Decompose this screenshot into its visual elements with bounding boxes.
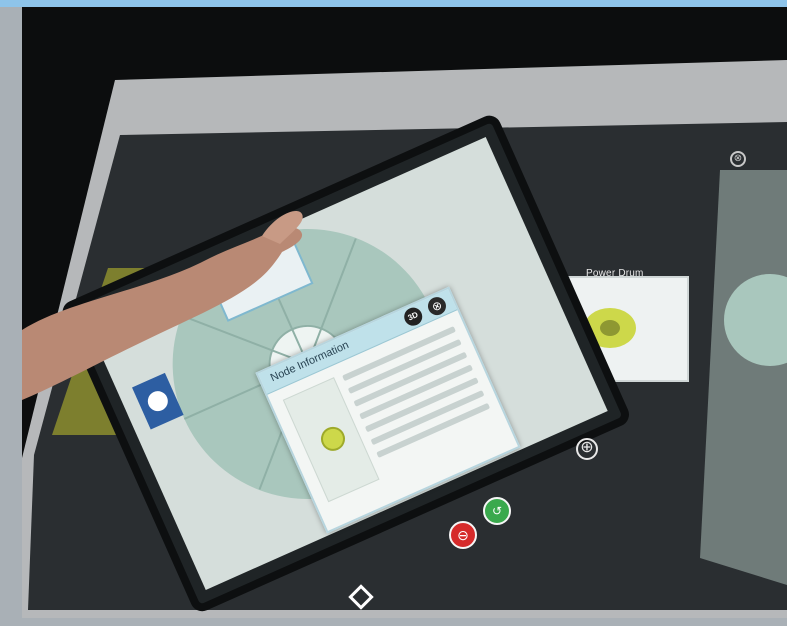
part-thumbnail-icon: [317, 423, 349, 455]
node-close-icon[interactable]: ⊗: [425, 294, 449, 318]
top-close-icon[interactable]: ⊗: [730, 151, 746, 167]
undo-button[interactable]: ↺: [483, 497, 511, 525]
power-drum-title: Power Drum: [586, 268, 644, 279]
minus-button[interactable]: ⊖: [449, 521, 477, 549]
tabletop-photo: Power Drum Node Information 3D ⊗ ⊖ ↺ ⊕ ⊗: [0, 0, 787, 626]
plus-icon[interactable]: ⊕: [576, 438, 598, 460]
power-drum-hub: [600, 320, 620, 336]
badge-3d-button[interactable]: 3D: [401, 304, 426, 329]
